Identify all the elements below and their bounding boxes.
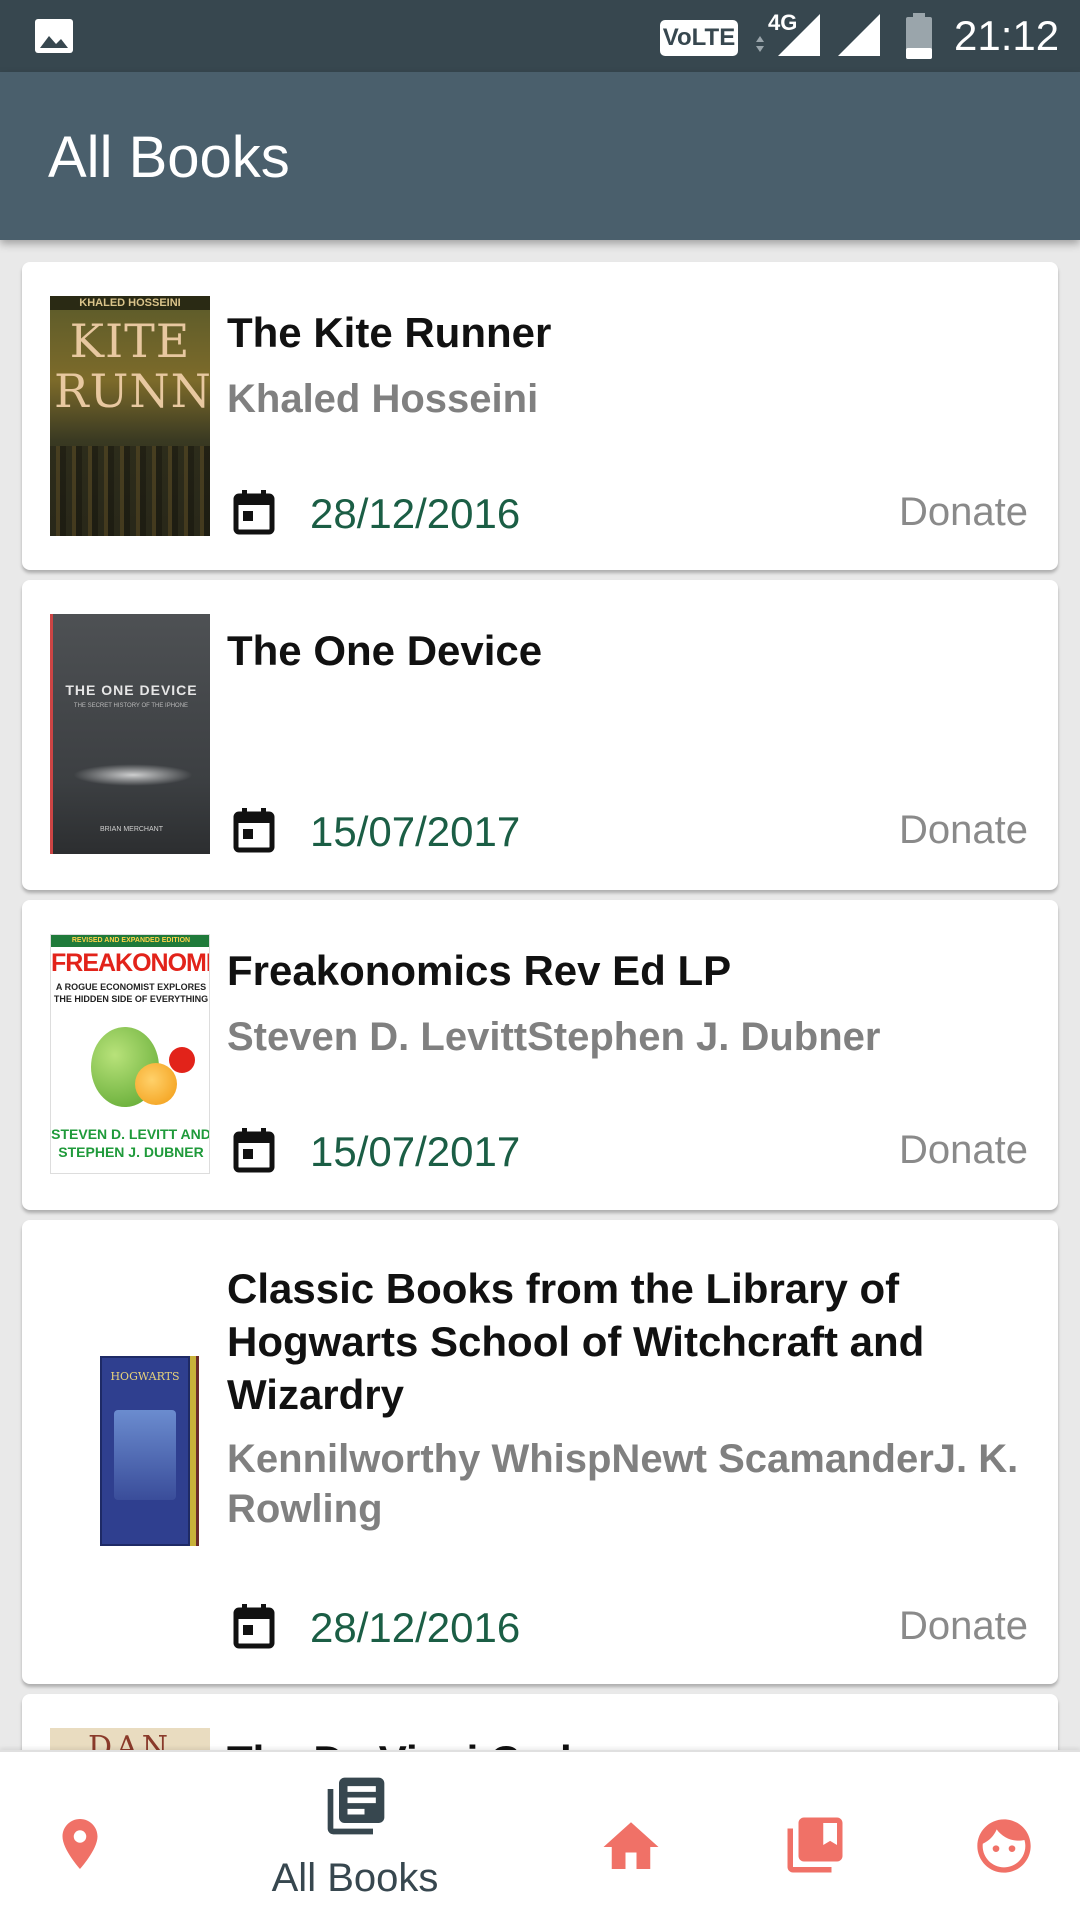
location-pin-icon: [62, 1819, 98, 1869]
nav-label-all-books: All Books: [271, 1856, 439, 1900]
book-cover-image: HOGWARTS: [50, 1350, 210, 1550]
book-cover-image: THE ONE DEVICE THE SECRET HISTORY OF THE…: [50, 614, 210, 854]
book-cover-image: KHALED HOSSEINI KITE RUNNER: [50, 296, 210, 536]
book-card-da-vinci-code[interactable]: DAN The Da Vinci Code: [22, 1694, 1058, 1750]
home-icon: [603, 1822, 659, 1869]
cover-title-text: HOGWARTS: [110, 1370, 180, 1383]
nav-item-profile[interactable]: [952, 1752, 1052, 1920]
book-card-hogwarts-classics[interactable]: HOGWARTS Classic Books from the Library …: [22, 1220, 1058, 1684]
book-title: The Da Vinci Code: [227, 1734, 1027, 1750]
book-title: Freakonomics Rev Ed LP: [227, 947, 732, 994]
status-clock: 21:12: [954, 12, 1060, 59]
face-icon: [977, 1819, 1031, 1873]
book-date: 15/07/2017: [310, 1128, 521, 1175]
book-date: 15/07/2017: [310, 808, 521, 855]
book-title: The Kite Runner: [227, 309, 552, 356]
book-card-kite-runner[interactable]: KHALED HOSSEINI KITE RUNNER The Kite Run…: [22, 262, 1058, 570]
volte-badge: VoLTE: [660, 20, 738, 56]
cover-tagline-text: A ROGUE ECONOMIST EXPLORES THE HIDDEN SI…: [53, 982, 209, 1004]
mobile-data-signal-icon: [756, 14, 820, 56]
book-title: The One Device: [227, 627, 543, 674]
nav-item-collection[interactable]: [766, 1752, 866, 1920]
book-author: Steven D. LevittStephen J. Dubner: [227, 1015, 881, 1059]
book-cover-image: REVISED AND EXPANDED EDITION FREAKONOMIC…: [50, 934, 210, 1174]
cover-title-text: DAN: [88, 1730, 172, 1750]
donate-button[interactable]: Donate: [899, 1604, 1028, 1649]
cover-title-text: THE ONE DEVICE: [65, 682, 198, 698]
app-bar: All Books: [0, 72, 1080, 240]
book-author: Kennilworthy WhispNewt ScamanderJ. K. Ro…: [227, 1437, 1019, 1531]
book-date: 28/12/2016: [310, 490, 521, 537]
donate-button[interactable]: Donate: [899, 1128, 1028, 1173]
cell-signal-icon: [838, 14, 880, 56]
cover-author-text: BRIAN MERCHANT: [99, 826, 163, 833]
book-card-one-device[interactable]: THE ONE DEVICE THE SECRET HISTORY OF THE…: [22, 580, 1058, 890]
cover-title-text: KITE RUNNER: [54, 314, 210, 418]
cover-author-text: STEVEN D. LEVITT AND STEPHEN J. DUBNER: [51, 1126, 210, 1160]
gallery-notification-icon: [35, 19, 73, 53]
calendar-icon: [233, 1128, 275, 1173]
battery-icon: [906, 13, 932, 59]
bottom-navigation: All Books: [0, 1750, 1080, 1920]
status-bar: VoLTE 4G 21:12: [0, 0, 1080, 72]
nav-item-all-books[interactable]: All Books: [230, 1752, 480, 1920]
donate-button[interactable]: Donate: [899, 490, 1028, 535]
book-author: Khaled Hosseini: [227, 377, 539, 421]
nav-item-location[interactable]: [30, 1752, 130, 1920]
bookmark-collection-icon: [787, 1817, 843, 1873]
book-cover-image: DAN: [50, 1728, 210, 1750]
cover-title-text: FREAKONOMICS: [51, 949, 209, 977]
cover-author-text: KHALED HOSSEINI: [50, 296, 210, 310]
donate-button[interactable]: Donate: [899, 808, 1028, 853]
book-date: 28/12/2016: [310, 1604, 521, 1651]
nav-item-home[interactable]: [580, 1752, 680, 1920]
calendar-icon: [233, 490, 275, 535]
book-list[interactable]: KHALED HOSSEINI KITE RUNNER The Kite Run…: [0, 240, 1080, 1750]
calendar-icon: [233, 1604, 275, 1649]
book-title: Classic Books from the Library of Hogwar…: [227, 1265, 925, 1418]
cover-subtitle-text: THE SECRET HISTORY OF THE IPHONE: [73, 703, 189, 709]
book-card-freakonomics[interactable]: REVISED AND EXPANDED EDITION FREAKONOMIC…: [22, 900, 1058, 1210]
cover-banner-text: REVISED AND EXPANDED EDITION: [51, 935, 209, 947]
calendar-icon: [233, 808, 275, 853]
library-books-icon: [327, 1777, 385, 1835]
page-title: All Books: [48, 125, 290, 190]
